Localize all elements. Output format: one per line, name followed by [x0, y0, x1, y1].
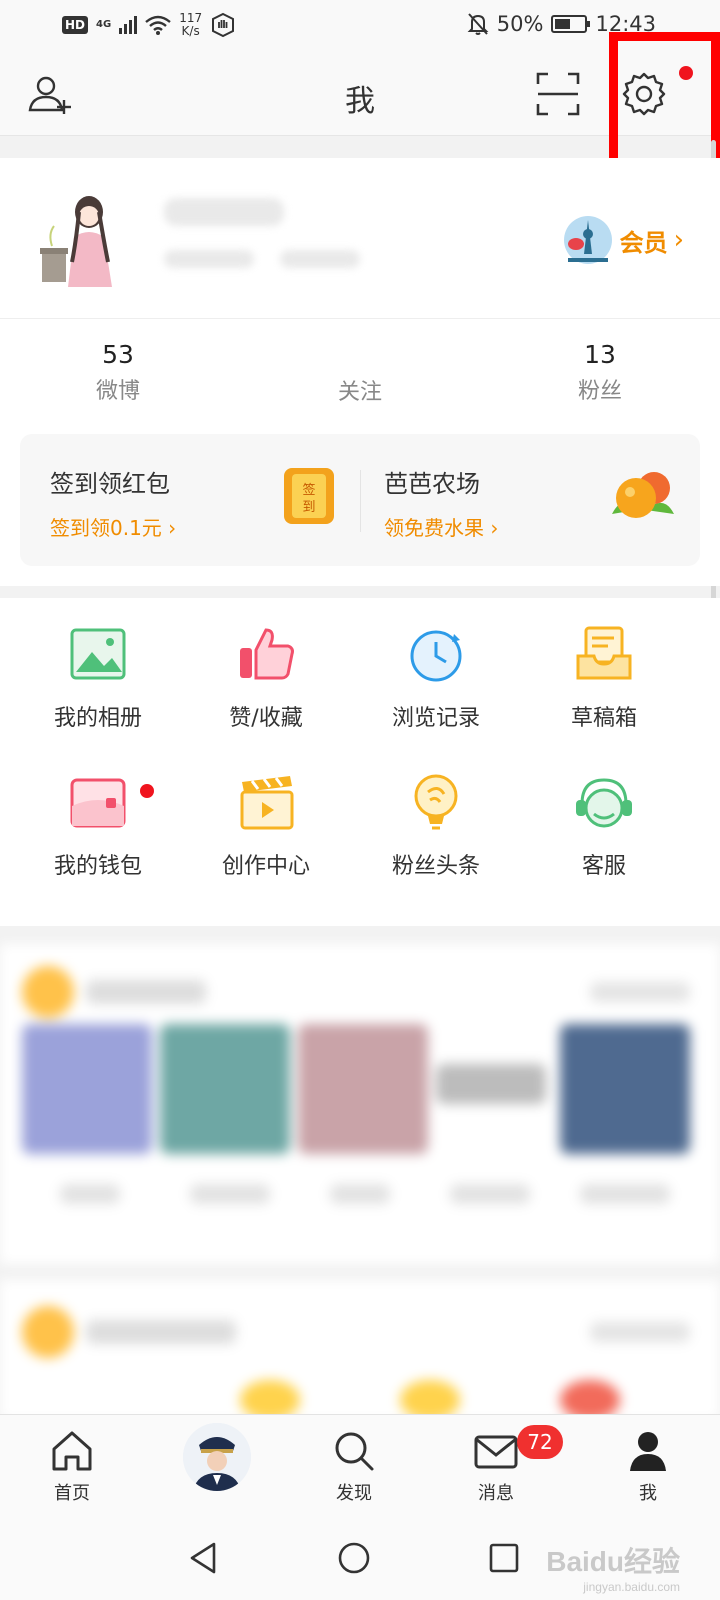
blurred-feed-card-2[interactable]: [0, 1280, 720, 1420]
message-badge: 72: [517, 1425, 563, 1459]
tab-home-label: 首页: [54, 1483, 90, 1504]
wallet-notification-dot: [140, 784, 154, 798]
wallet-icon: [70, 778, 126, 828]
battery-percent: 50%: [496, 12, 544, 36]
grid-label-creator: 创作中心: [221, 854, 310, 879]
hd-indicator: HD: [62, 16, 89, 34]
profile-card[interactable]: 会员 › 53 微博 关注 13 粉丝: [0, 158, 720, 428]
stat-fans[interactable]: 13 粉丝: [520, 340, 680, 405]
grid-label-customer-service: 客服: [581, 854, 626, 879]
avatar[interactable]: [34, 182, 124, 292]
drafts-icon: [576, 626, 632, 680]
grid-item-history[interactable]: 浏览记录: [350, 622, 522, 732]
mail-icon: [474, 1435, 518, 1469]
signin-envelope-icon[interactable]: 签 到: [280, 464, 338, 528]
tab-discover-label: 发现: [336, 1483, 372, 1504]
status-left: HD 4G 117 K/s: [62, 12, 236, 38]
stat-following-label: 关注: [337, 380, 382, 405]
fruit-icon[interactable]: [606, 464, 678, 530]
tab-home[interactable]: 首页: [22, 1427, 122, 1505]
grid-item-wallet[interactable]: 我的钱包: [12, 770, 184, 880]
vip-badge-icon: [563, 216, 612, 264]
wifi-icon: [145, 15, 171, 35]
farm-subtitle[interactable]: 领免费水果 ›: [384, 512, 498, 541]
signin-subtitle[interactable]: 签到领0.1元 ›: [50, 512, 176, 541]
grid-label-likes: 赞/收藏: [229, 706, 303, 731]
vip-chevron-icon: ›: [673, 225, 684, 255]
feature-grid: 我的相册 赞/收藏 浏览记录 草稿箱 我的钱包 创作中心 粉丝头条 客服: [0, 598, 720, 926]
tab-avatar[interactable]: [183, 1423, 251, 1491]
grid-label-history: 浏览记录: [391, 706, 480, 731]
system-nav-bar: Baidu经验 jingyan.baidu.com: [0, 1518, 720, 1600]
grid-label-album: 我的相册: [53, 706, 142, 731]
stat-weibo[interactable]: 53 微博: [38, 340, 198, 405]
grid-item-customer-service[interactable]: 客服: [518, 770, 690, 880]
history-clock-icon: [410, 630, 462, 682]
grid-item-drafts[interactable]: 草稿箱: [518, 622, 690, 732]
signal-bars-icon: [119, 16, 138, 34]
stat-following-count: [280, 340, 440, 370]
fan-headline-icon: [414, 774, 458, 830]
home-icon: [52, 1431, 92, 1471]
tab-me-label: 我: [639, 1483, 657, 1504]
search-icon: [335, 1432, 374, 1471]
thumbs-up-icon: [240, 628, 294, 680]
stat-following[interactable]: 关注: [280, 340, 440, 406]
album-icon: [70, 628, 126, 680]
recents-nav-icon[interactable]: [484, 1538, 524, 1578]
promo-card: 签到领红包 签到领0.1元 › 签 到 芭芭农场 领免费水果 ›: [20, 434, 700, 566]
grid-item-fan-headline[interactable]: 粉丝头条: [350, 770, 522, 880]
avatar-image: [183, 1423, 251, 1491]
tab-me[interactable]: 我: [598, 1427, 698, 1505]
net-speed: 117 K/s: [179, 12, 202, 38]
hidden-user-info: [160, 158, 496, 368]
baidu-watermark: Baidu经验 jingyan.baidu.com: [546, 1540, 680, 1594]
creator-clapper-icon: [240, 776, 294, 830]
tab-messages-label: 消息: [478, 1483, 514, 1504]
scan-icon[interactable]: [534, 70, 582, 118]
stat-fans-label: 粉丝: [577, 379, 622, 404]
hand-block-icon: [212, 12, 235, 38]
signin-envelope-text-1: 签: [302, 482, 315, 498]
grid-label-drafts: 草稿箱: [570, 706, 637, 731]
vip-entry[interactable]: 会员 ›: [562, 214, 684, 266]
farm-title[interactable]: 芭芭农场: [384, 464, 480, 499]
watermark-brand: Baidu经验: [546, 1546, 680, 1577]
grid-item-likes[interactable]: 赞/收藏: [180, 622, 352, 732]
grid-item-creator[interactable]: 创作中心: [180, 770, 352, 880]
vip-label: 会员: [619, 228, 668, 257]
person-icon: [630, 1432, 666, 1471]
stat-fans-count: 13: [584, 340, 616, 369]
net-speed-unit: K/s: [181, 24, 200, 38]
promo-divider: [360, 470, 361, 532]
grid-label-fan-headline: 粉丝头条: [391, 854, 480, 879]
signin-envelope-text-2: 到: [302, 500, 315, 515]
home-nav-icon[interactable]: [334, 1538, 374, 1578]
tab-discover[interactable]: 发现: [304, 1427, 404, 1505]
grid-item-album[interactable]: 我的相册: [12, 622, 184, 732]
mute-bell-icon: [467, 13, 489, 35]
profile-divider: [0, 318, 720, 319]
stat-weibo-count: 53: [102, 340, 134, 369]
blurred-feed-card[interactable]: [0, 944, 720, 1264]
grid-label-wallet: 我的钱包: [53, 854, 142, 879]
network-type: 4G: [96, 19, 112, 30]
battery-icon: [551, 15, 591, 33]
stat-weibo-label: 微博: [95, 379, 140, 404]
customer-service-icon: [576, 778, 632, 828]
net-speed-value: 117: [179, 11, 203, 25]
promo-section: 签到领红包 签到领0.1元 › 签 到 芭芭农场 领免费水果 ›: [0, 428, 720, 586]
bottom-tab-bar: 首页 发现 消息 72 我: [0, 1414, 720, 1518]
watermark-url: jingyan.baidu.com: [583, 1580, 680, 1594]
signin-title[interactable]: 签到领红包: [50, 464, 170, 499]
back-nav-icon[interactable]: [184, 1538, 224, 1578]
